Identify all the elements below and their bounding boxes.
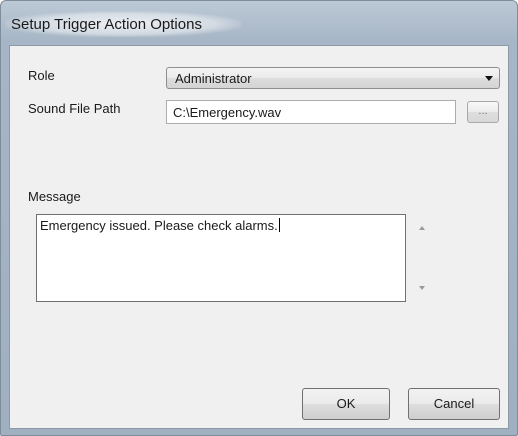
browse-button[interactable]: ... [467,101,499,123]
role-dropdown[interactable]: Administrator [166,67,500,89]
dialog-body: Role Administrator Sound File Path C:\Em… [9,45,509,429]
chevron-down-icon [485,76,493,81]
message-label: Message [28,189,81,204]
sound-file-path-input[interactable]: C:\Emergency.wav [166,100,456,124]
title-bar[interactable]: Setup Trigger Action Options [1,1,517,47]
message-value: Emergency issued. Please check alarms. [40,218,278,233]
dialog-window: Setup Trigger Action Options Role Admini… [0,0,518,436]
sound-file-path-label: Sound File Path [28,101,121,116]
dialog-title: Setup Trigger Action Options [11,16,202,33]
message-text: Emergency issued. Please check alarms. [40,218,280,233]
cancel-button[interactable]: Cancel [408,388,500,420]
message-input[interactable]: Emergency issued. Please check alarms. [36,214,406,302]
sound-file-path-value: C:\Emergency.wav [173,105,282,120]
scroll-down-icon[interactable] [419,286,425,290]
text-caret [278,218,280,232]
ok-button[interactable]: OK [302,388,390,420]
scroll-up-icon[interactable] [419,226,425,230]
role-label: Role [28,68,55,83]
role-value: Administrator [175,71,252,86]
